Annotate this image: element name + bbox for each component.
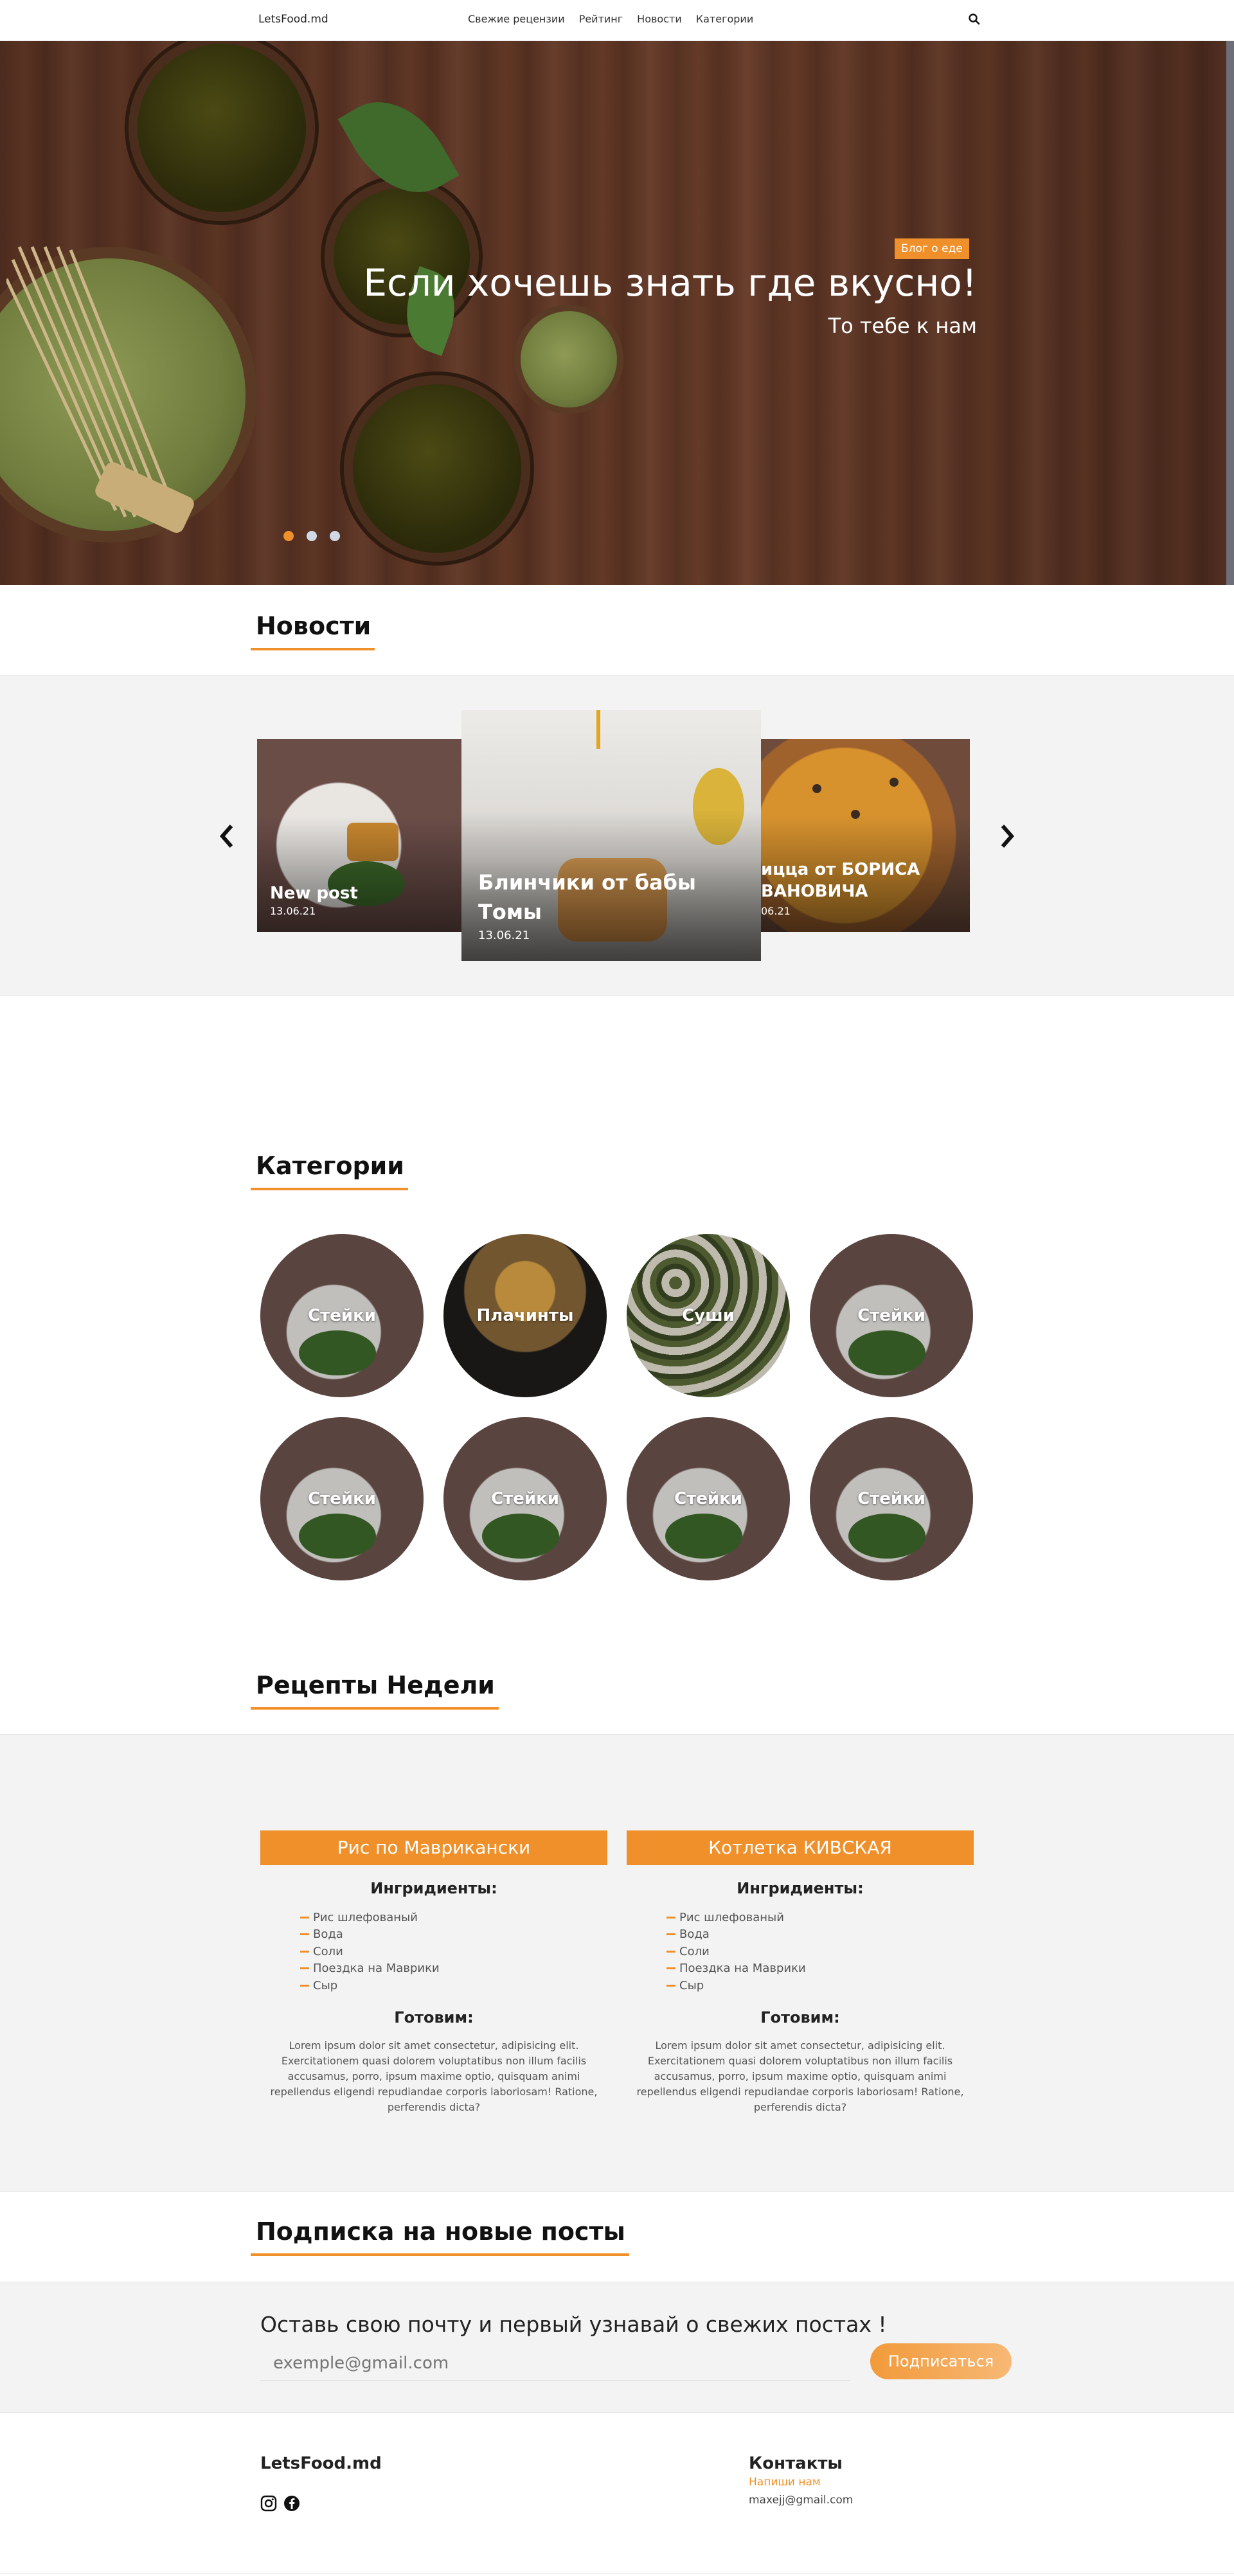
method-text: Lorem ipsum dolor sit amet consectetur, … [270,2039,598,2113]
subscribe-section-title: Подписка на новые посты [251,2217,629,2256]
category-label: Стейки [674,1489,742,1508]
recipe-title[interactable]: Котлетка КИВСКАЯ [627,1830,974,1865]
chevron-left-icon[interactable] [219,823,235,849]
recipe-card: Котлетка КИВСКАЯ Ингридиенты: Рис шлефов… [627,1830,974,2115]
ingredient-item: Соли [666,1943,974,1960]
nav-fresh-reviews[interactable]: Свежие рецензии [468,13,565,25]
whisk-image [6,246,194,533]
ingredient-item: Вода [300,1926,607,1944]
news-card-title: Блинчики от бабы Томы [478,870,696,924]
news-card-date: 13.06.21 [270,905,316,917]
carousel-dot[interactable] [283,531,294,541]
news-card-title: New post [270,884,358,903]
category-steaks[interactable]: Стейки [810,1234,973,1397]
tea-bowl-image [129,41,315,221]
carousel-dot[interactable] [307,531,317,541]
footer-brand[interactable]: LetsFood.md [260,2454,382,2473]
nav-rating[interactable]: Рейтинг [579,13,623,25]
recipes-section-title: Рецепты Недели [251,1671,499,1710]
news-card[interactable]: New post 13.06.21 [257,739,461,932]
write-us-link[interactable]: Напиши нам [749,2476,821,2489]
nav-news[interactable]: Новости [637,13,682,25]
news-card-featured[interactable]: Блинчики от бабы Томы 13.06.21 [461,710,761,961]
news-section-title: Новости [250,612,375,650]
category-steaks[interactable]: Стейки [810,1417,973,1580]
ingredient-item: Сыр [300,1977,607,1994]
tea-bowl-image [325,179,479,334]
hero-carousel: Блог о еде Если хочешь знать где вкусно!… [0,41,1234,585]
category-label: Стейки [857,1306,926,1325]
category-steaks[interactable]: Стейки [260,1234,424,1397]
ingredient-item: Поездка на Маврики [300,1960,607,1978]
news-card-date: 13.06.21 [478,929,530,942]
carousel-indicators [283,531,340,541]
news-card-title: ицца от БОРИСА ВАНОВИЧА [761,860,920,901]
chevron-right-icon[interactable] [999,823,1015,849]
top-navbar: LetsFood.md Свежие рецензии Рейтинг Ново… [0,0,1234,41]
news-card[interactable]: ицца от БОРИСА ВАНОВИЧА 06.21 [761,739,970,932]
subscribe-button[interactable]: Подписаться [870,2343,1012,2379]
subscribe-heading: Оставь свою почту и первый узнавай о све… [260,2312,887,2337]
category-steaks[interactable]: Стейки [443,1417,607,1580]
ingredient-item: Рис шлефованый [666,1909,974,1926]
contacts-heading: Контакты [749,2454,843,2473]
recipes-band [0,1734,1234,2192]
category-steaks[interactable]: Стейки [260,1417,424,1580]
method-heading: Готовим: [760,2008,840,2026]
social-links [260,2495,300,2512]
ingredient-item: Рис шлефованый [300,1909,607,1926]
ingredients-list: Рис шлефованый Вода Соли Поездка на Мавр… [666,1909,974,1994]
ingredients-list: Рис шлефованый Вода Соли Поездка на Мавр… [300,1909,607,1994]
ingredients-heading: Ингридиенты: [737,1879,864,1897]
ingredient-item: Вода [666,1926,974,1944]
tea-bowl-image [344,375,530,562]
category-sushi[interactable]: Суши [627,1234,790,1397]
instagram-icon[interactable] [260,2495,277,2512]
hero-subtitle: То тебе к нам [828,314,977,338]
facebook-icon[interactable] [283,2495,300,2512]
email-field[interactable] [260,2346,850,2381]
contact-email[interactable]: maxejj@gmail.com [749,2494,853,2507]
ingredient-item: Поездка на Маврики [666,1960,974,1978]
carousel-dot[interactable] [330,531,340,541]
search-icon[interactable] [968,13,981,26]
category-label: Суши [682,1306,735,1325]
category-label: Стейки [308,1489,376,1508]
method-heading: Готовим: [394,2008,474,2026]
next-slide-edge [1226,41,1234,585]
nav-categories[interactable]: Категории [696,13,753,25]
ingredients-heading: Ингридиенты: [370,1879,497,1897]
hero-tag-badge: Блог о еде [895,238,969,259]
category-placinte[interactable]: Плачинты [443,1234,607,1397]
brand-logo[interactable]: LetsFood.md [258,13,328,26]
category-label: Стейки [857,1489,926,1508]
categories-section-title: Категории [251,1152,408,1190]
main-nav: Свежие рецензии Рейтинг Новости Категори… [468,13,767,25]
method-text: Lorem ipsum dolor sit amet consectetur, … [636,2039,964,2113]
recipe-card: Рис по Маврикански Ингридиенты: Рис шлеф… [260,1830,607,2115]
category-steaks[interactable]: Стейки [627,1417,790,1580]
category-label: Стейки [491,1489,559,1508]
ingredient-item: Сыр [666,1977,974,1994]
footer-divider [0,2573,1234,2574]
news-card-date: 06.21 [761,905,791,917]
hero-title: Если хочешь знать где вкусно! [363,261,977,305]
category-label: Плачинты [476,1306,574,1325]
category-label: Стейки [308,1306,376,1325]
recipe-title[interactable]: Рис по Маврикански [260,1830,607,1865]
ingredient-item: Соли [300,1943,607,1960]
